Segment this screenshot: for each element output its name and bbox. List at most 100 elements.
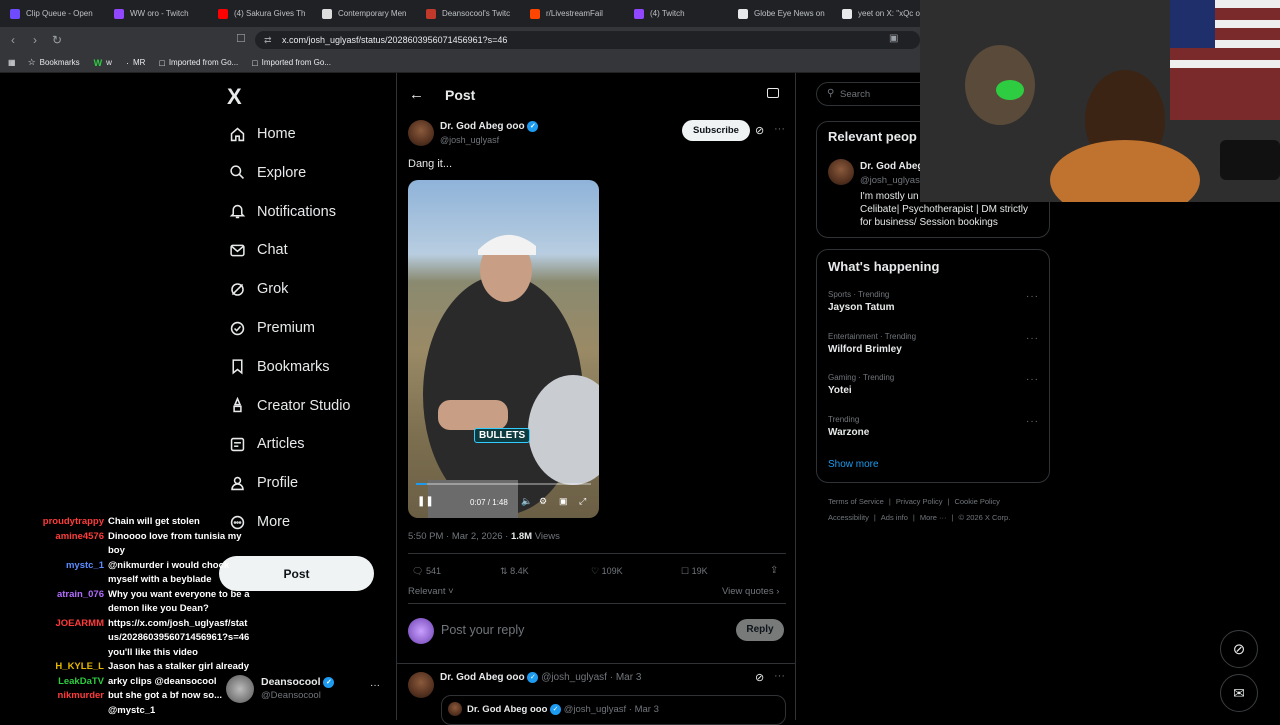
- repost-action[interactable]: ⇅ 8.4K: [500, 566, 529, 577]
- account-handle[interactable]: @Deansocool: [261, 690, 321, 701]
- footer-link[interactable]: © 2026 X Corp.: [958, 513, 1010, 522]
- show-more-link[interactable]: Show more: [828, 459, 879, 470]
- sidebar-item-label: Bookmarks: [257, 358, 330, 375]
- like-action[interactable]: ♡ 109K: [591, 566, 623, 577]
- more-options-icon[interactable]: ···: [1026, 333, 1039, 344]
- settings-icon[interactable]: ⚙: [539, 496, 547, 507]
- more-options-icon[interactable]: ···: [1026, 416, 1039, 427]
- browser-tab[interactable]: Globe Eye News on: [732, 0, 836, 27]
- view-quotes-link[interactable]: View quotes ›: [722, 586, 779, 597]
- reply-author-name[interactable]: Dr. God Abeg ooo: [440, 672, 525, 683]
- reply-button[interactable]: Reply: [736, 619, 784, 641]
- search-input[interactable]: Search: [840, 89, 870, 100]
- forward-arrow-icon[interactable]: ›: [26, 33, 44, 47]
- browser-tab[interactable]: WW oro - Twitch: [108, 0, 212, 27]
- reply-date[interactable]: · Mar 3: [610, 672, 642, 683]
- browser-tab[interactable]: r/LivestreamFail: [524, 0, 628, 27]
- share-icon[interactable]: ⇪: [770, 565, 778, 576]
- grok-icon[interactable]: ⊘: [755, 124, 764, 137]
- person-name[interactable]: Dr. God Abeg: [860, 161, 924, 172]
- bookmark-item[interactable]: ☆ Bookmarks: [28, 57, 80, 68]
- account-avatar[interactable]: [226, 675, 254, 703]
- chat-message: us/2028603956071456961?s=46: [108, 632, 250, 643]
- back-arrow-icon[interactable]: ‹: [4, 33, 22, 47]
- address-bar[interactable]: ⇄ x.com/josh_uglyasf/status/202860395607…: [255, 31, 920, 49]
- install-icon[interactable]: ▣: [889, 33, 898, 44]
- bookmark-item[interactable]: Ww: [94, 58, 112, 68]
- bookmark-item[interactable]: □ Imported from Go...: [252, 58, 331, 68]
- footer-link[interactable]: Ads info: [881, 513, 908, 522]
- bookmark-action[interactable]: ☐ 19K: [681, 566, 708, 577]
- more-options-icon[interactable]: ···: [774, 670, 785, 682]
- more-options-icon[interactable]: ···: [1026, 374, 1039, 385]
- sidebar-item-articles[interactable]: Articles: [226, 429, 305, 459]
- chat-line: atrain_076 Why you want everyone to be a: [30, 588, 250, 603]
- footer-link[interactable]: More ···: [920, 513, 947, 522]
- video-player[interactable]: BULLETS ❚❚ 0:07 / 1:48 🔈 ⚙ ▣ ⤢: [408, 180, 599, 518]
- messages-fab[interactable]: ✉: [1220, 674, 1258, 712]
- video-progress-track[interactable]: [416, 483, 591, 485]
- browser-tab[interactable]: Clip Queue - Open: [4, 0, 108, 27]
- back-arrow-icon[interactable]: ←: [409, 86, 424, 103]
- person-handle[interactable]: @josh_uglyas: [860, 175, 920, 186]
- x-logo[interactable]: X: [227, 84, 242, 110]
- account-menu-icon[interactable]: ···: [370, 680, 380, 691]
- sidebar-item-home[interactable]: Home: [226, 119, 296, 149]
- volume-icon[interactable]: 🔈: [521, 496, 532, 507]
- grok-icon[interactable]: ⊘: [755, 671, 764, 684]
- more-options-icon[interactable]: ···: [1026, 291, 1039, 302]
- quoted-post[interactable]: Dr. God Abeg ooo ✓ @josh_uglyasf · Mar 3: [441, 695, 786, 725]
- trend-item[interactable]: Entertainment · Trending Wilford Brimley: [828, 332, 916, 355]
- reader-icon[interactable]: [767, 88, 779, 98]
- browser-tab[interactable]: (4) Sakura Gives Th: [212, 0, 316, 27]
- chat-line: mystc_1 @nikmurder i would chock: [30, 559, 229, 574]
- sidebar-item-notifications[interactable]: Notifications: [226, 197, 336, 227]
- bookmark-item[interactable]: □ Imported from Go...: [159, 58, 238, 68]
- bookmark-star-icon[interactable]: ☐: [236, 32, 246, 45]
- trend-item[interactable]: Gaming · Trending Yotei: [828, 373, 894, 396]
- sidebar-item-bookmarks[interactable]: Bookmarks: [226, 352, 330, 382]
- footer-link[interactable]: Terms of Service: [828, 497, 884, 506]
- divider: [408, 553, 786, 554]
- footer-link[interactable]: Cookie Policy: [954, 497, 999, 506]
- subscribe-button[interactable]: Subscribe: [682, 120, 750, 141]
- grok-fab[interactable]: ⊘: [1220, 630, 1258, 668]
- sidebar-item-creator-studio[interactable]: Creator Studio: [226, 391, 351, 421]
- sidebar-item-premium[interactable]: Premium: [226, 313, 315, 343]
- sidebar-item-chat[interactable]: Chat: [226, 235, 288, 265]
- page-title: Post: [445, 87, 476, 103]
- more-options-icon[interactable]: ···: [774, 123, 785, 135]
- sidebar-item-grok[interactable]: Grok: [226, 274, 288, 304]
- chat-message: Why you want everyone to be a: [108, 588, 250, 600]
- mail-icon: ✉: [1233, 684, 1245, 701]
- apps-grid-icon[interactable]: ▦: [8, 58, 16, 67]
- video-progress-fill: [416, 483, 428, 485]
- w-icon: W: [93, 57, 103, 68]
- pause-icon[interactable]: ❚❚: [417, 496, 434, 507]
- browser-tab[interactable]: Contemporary Men: [316, 0, 420, 27]
- avatar[interactable]: [828, 159, 854, 185]
- avatar[interactable]: [408, 672, 434, 698]
- trend-item[interactable]: Trending Warzone: [828, 415, 869, 438]
- reload-icon[interactable]: ↻: [48, 33, 66, 47]
- trend-item[interactable]: Sports · Trending Jayson Tatum: [828, 290, 895, 313]
- avatar[interactable]: [408, 120, 434, 146]
- browser-tab[interactable]: (4) Twitch: [628, 0, 732, 27]
- reply-author-handle[interactable]: @josh_uglyasf: [541, 672, 607, 683]
- footer-link[interactable]: Accessibility: [828, 513, 869, 522]
- site-info-icon[interactable]: ⇄: [264, 31, 272, 49]
- pip-icon[interactable]: ▣: [559, 496, 568, 507]
- person-bio-line: Celibate| Psychotherapist | DM strictly: [860, 204, 1029, 215]
- sort-dropdown[interactable]: Relevant ˅: [408, 586, 454, 597]
- sidebar-item-profile[interactable]: Profile: [226, 468, 298, 498]
- sidebar-item-explore[interactable]: Explore: [226, 158, 306, 188]
- footer-link[interactable]: Privacy Policy: [896, 497, 943, 506]
- author-name[interactable]: Dr. God Abeg ooo ✓: [440, 121, 539, 132]
- fullscreen-icon[interactable]: ⤢: [579, 496, 586, 507]
- account-name[interactable]: Deansocool ✓: [261, 676, 335, 688]
- bookmark-item[interactable]: · MR: [126, 58, 145, 68]
- reply-input[interactable]: Post your reply: [441, 623, 524, 637]
- author-handle[interactable]: @josh_uglyasf: [440, 135, 499, 145]
- reply-action[interactable]: 🗨 541: [412, 566, 441, 577]
- browser-tab[interactable]: Deansocool's Twitc: [420, 0, 524, 27]
